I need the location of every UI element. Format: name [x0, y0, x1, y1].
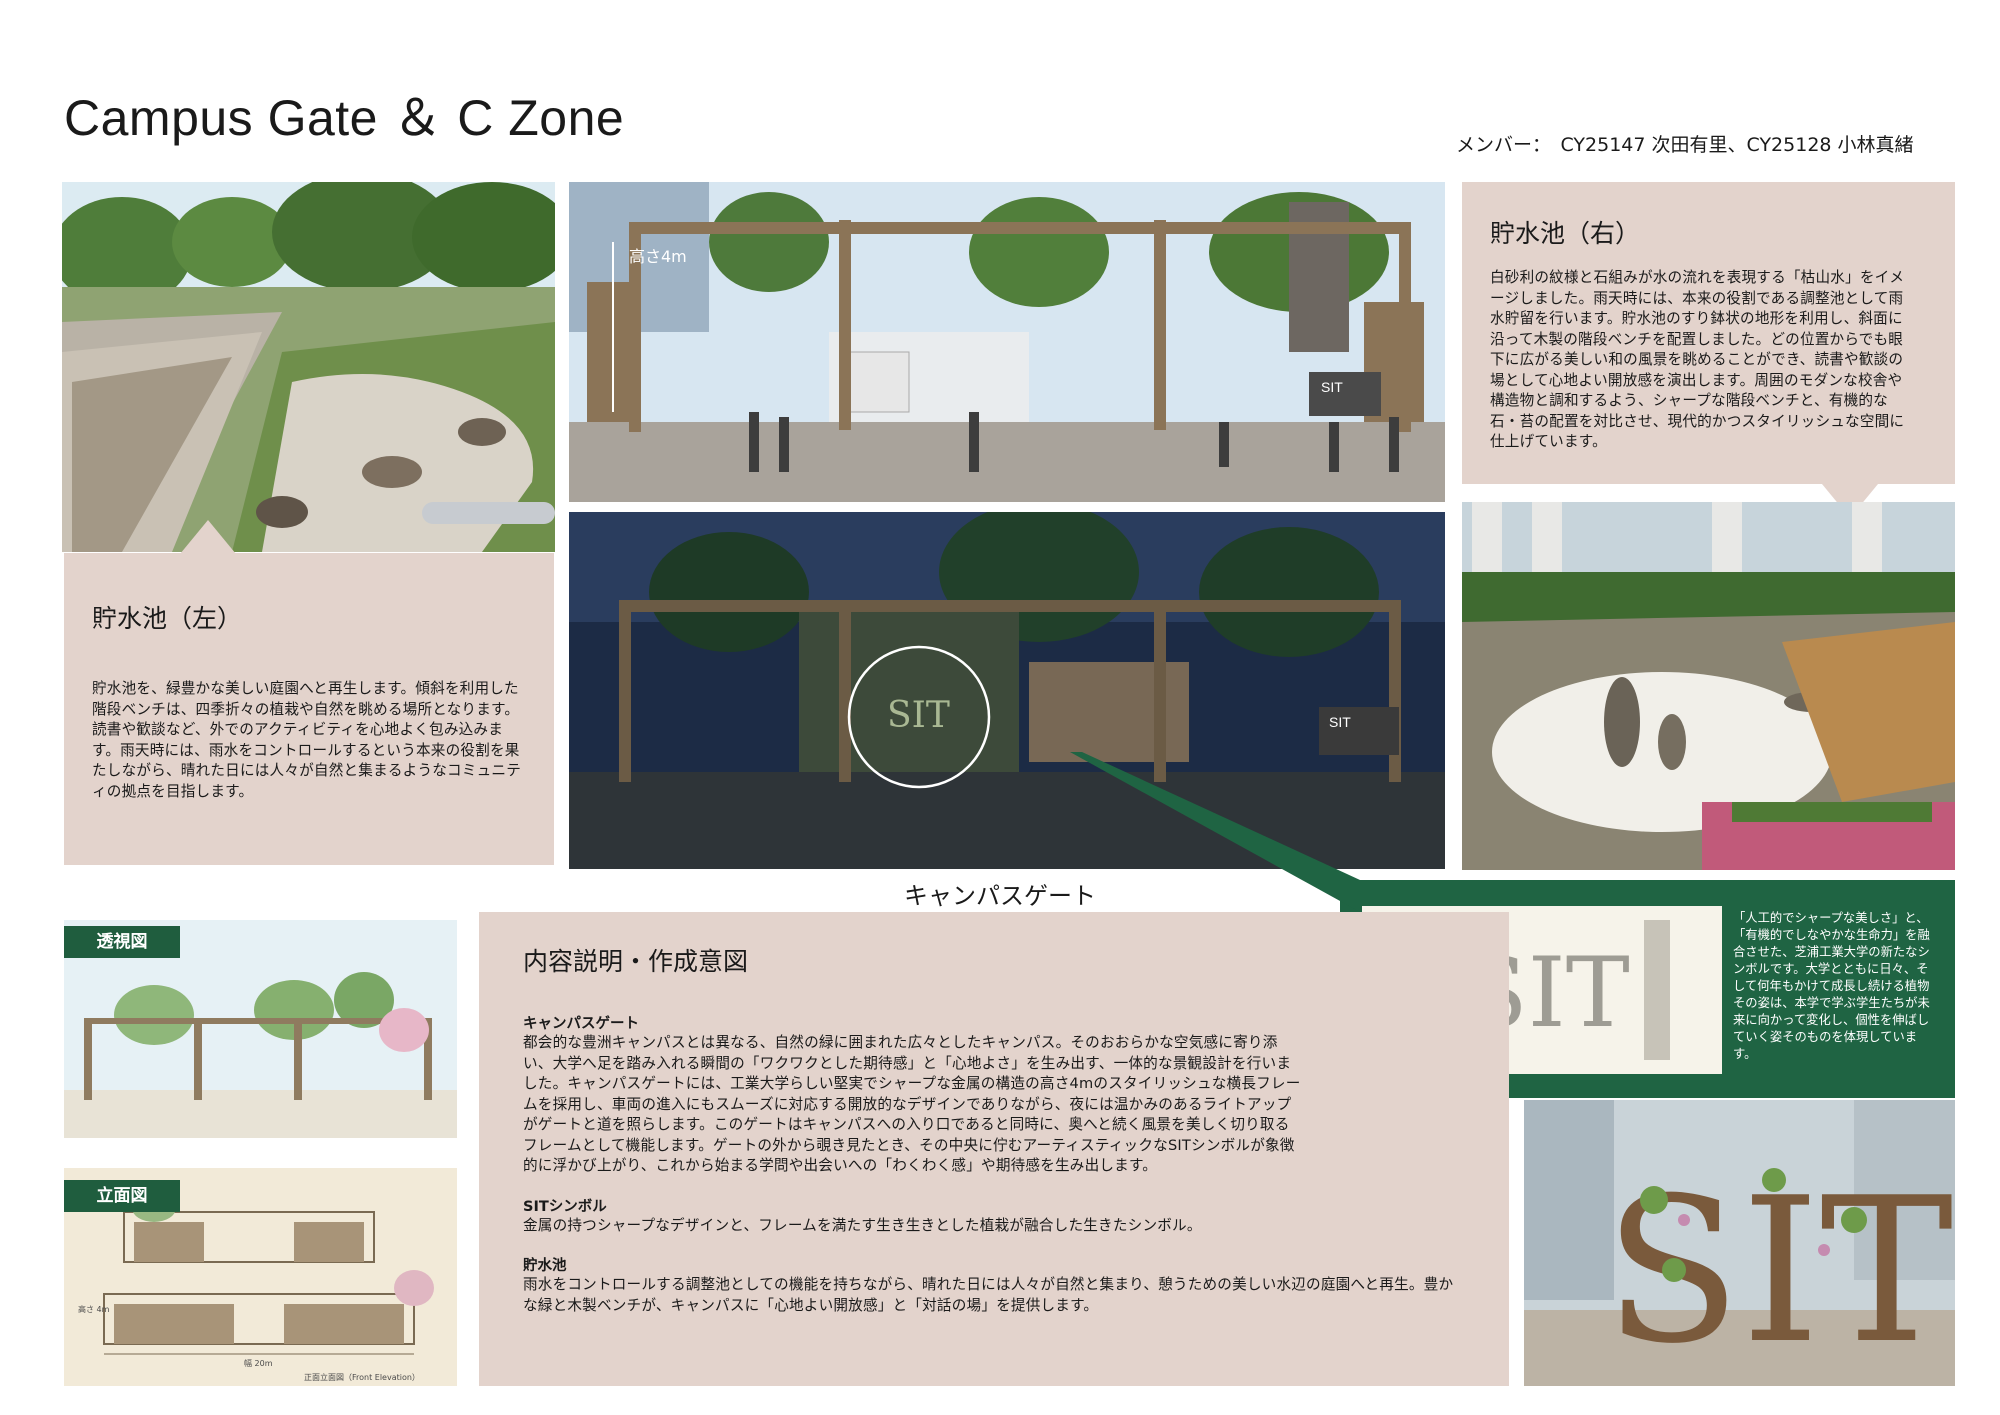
symbol-text: 「人工的でシャープな美しさ」と、「有機的でしなやかな生命力」を融合させた、芝浦工… — [1733, 911, 1930, 1061]
gate-night-sign: SIT — [1329, 714, 1351, 730]
page-title: Campus Gate ＆ C Zone — [64, 90, 625, 146]
svg-text:SIT: SIT — [887, 695, 950, 736]
gate-day-render: SIT 高さ4m — [569, 182, 1445, 502]
members-line: メンバー： CY25147 次田有里、CY25128 小林真緒 — [1456, 134, 1914, 156]
left-pond-text: 貯水池を、緑豊かな美しい庭園へと再生します。傾斜を利用した階段ベンチは、四季折々… — [92, 680, 522, 800]
right-pond-title: 貯水池（右） — [1490, 219, 1641, 248]
gate-height-label: 高さ4m — [629, 247, 687, 266]
elevation-width-label: 幅 20m — [244, 1358, 273, 1368]
description-heading: 内容説明・作成意図 — [523, 947, 749, 976]
symbol-connector — [1070, 752, 1360, 912]
left-pond-photo — [62, 182, 555, 552]
description-section-pond: 貯水池 雨水をコントロールする調整池としての機能を持ちながら、晴れた日には人々が… — [523, 1254, 1469, 1316]
right-pond-photo — [1462, 502, 1955, 870]
left-pond-panel: 貯水池（左） 貯水池を、緑豊かな美しい庭園へと再生します。傾斜を利用した階段ベン… — [64, 553, 554, 865]
elevation-caption: 正面立面図（Front Elevation） — [304, 1372, 420, 1382]
gate-day-sign: SIT — [1321, 379, 1343, 395]
section-symbol-text: 金属の持つシャープなデザインと、フレームを満たす生き生きとした植栽が融合した生き… — [523, 1216, 1202, 1234]
section-gate-text: 都会的な豊洲キャンパスとは異なる、自然の緑に囲まれた広々としたキャンパス。そのお… — [523, 1034, 1301, 1174]
description-section-symbol: SITシンボル 金属の持つシャープなデザインと、フレームを満たす生き生きとした植… — [523, 1195, 1469, 1237]
section-symbol-title: SITシンボル — [523, 1198, 607, 1215]
section-pond-text: 雨水をコントロールする調整池としての機能を持ちながら、晴れた日には人々が自然と集… — [523, 1276, 1454, 1314]
left-pond-title: 貯水池（左） — [92, 604, 243, 633]
right-pond-text: 白砂利の紋様と石組みが水の流れを表現する「枯山水」をイメージしました。雨天時には… — [1490, 269, 1905, 450]
description-panel: 内容説明・作成意図 キャンパスゲート 都会的な豊洲キャンパスとは異なる、自然の緑… — [479, 912, 1509, 1386]
description-section-gate: キャンパスゲート 都会的な豊洲キャンパスとは異なる、自然の緑に囲まれた広々とした… — [523, 1012, 1469, 1177]
elevation-tag: 立面図 — [64, 1180, 180, 1212]
sit-symbol-photo: SIT — [1524, 1100, 1955, 1386]
left-pond-pointer — [180, 520, 236, 554]
right-pond-panel: 貯水池（右） 白砂利の紋様と石組みが水の流れを表現する「枯山水」をイメージしまし… — [1462, 182, 1955, 484]
section-pond-title: 貯水池 — [523, 1258, 567, 1274]
elevation-height-label: 高さ 4m — [78, 1304, 110, 1314]
section-gate-title: キャンパスゲート — [523, 1016, 639, 1032]
perspective-tag: 透視図 — [64, 926, 180, 958]
